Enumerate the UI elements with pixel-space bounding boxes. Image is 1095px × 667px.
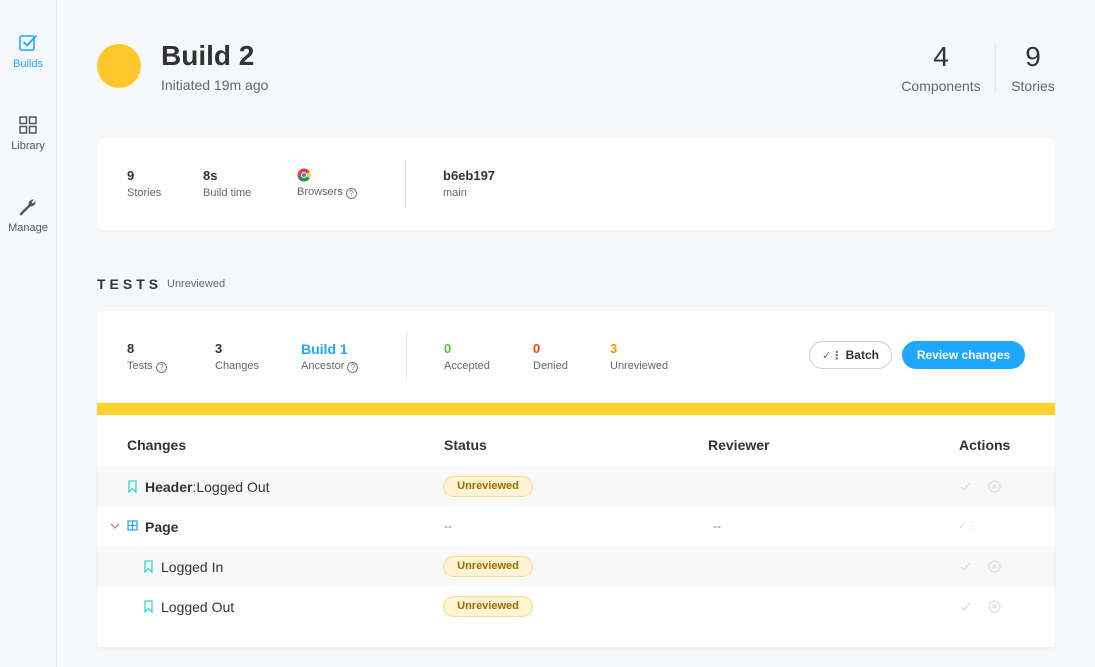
help-icon[interactable]: ?: [155, 362, 167, 373]
components-stat: 4 Components: [898, 41, 984, 95]
deny-icon[interactable]: [988, 480, 1001, 493]
stories-value: 9: [127, 168, 135, 183]
bookmark-icon: [128, 480, 137, 493]
status-badge: Unreviewed: [443, 596, 533, 617]
sidebar-item-library[interactable]: Library: [0, 115, 56, 152]
changes-value: 3: [215, 341, 223, 356]
batch-icon[interactable]: ✓⋮: [958, 519, 978, 532]
branch-name[interactable]: main: [443, 187, 495, 199]
accepted-stat: 0 Accepted: [444, 341, 490, 372]
accepted-label: Accepted: [444, 360, 490, 372]
stories-label: Stories: [127, 187, 162, 199]
build-info-card: 9 Stories 8s Build time Browsers? b6eb19…: [97, 138, 1055, 230]
ancestor-label-text: Ancestor: [301, 360, 345, 372]
help-icon[interactable]: ?: [345, 188, 357, 199]
table-row[interactable]: Header:Logged Out Unreviewed: [97, 467, 1055, 507]
status-placeholder: --: [444, 519, 452, 533]
column-header-actions: Actions: [959, 437, 1011, 453]
divider: [406, 333, 407, 381]
table-row[interactable]: Page -- -- ✓⋮: [97, 507, 1055, 547]
tests-heading: TESTS: [97, 276, 163, 292]
reviewer-placeholder: --: [713, 519, 721, 533]
chrome-icon: [297, 168, 311, 182]
deny-icon[interactable]: [988, 560, 1001, 573]
bookmark-icon: [144, 600, 153, 613]
status-badge: Unreviewed: [443, 556, 533, 577]
changes-stat: 3 Changes: [215, 341, 259, 372]
stories-info: 9 Stories: [127, 168, 161, 199]
table-row[interactable]: Logged In Unreviewed: [97, 547, 1055, 587]
batch-icon: ✓⋮: [822, 350, 843, 362]
divider: [405, 160, 406, 208]
component-name[interactable]: Page: [145, 519, 178, 535]
batch-button[interactable]: ✓⋮ Batch: [809, 341, 892, 369]
browsers-info: Browsers?: [297, 168, 357, 199]
deny-icon[interactable]: [988, 600, 1001, 613]
commit-info: b6eb197 main: [443, 168, 495, 199]
column-header-reviewer: Reviewer: [708, 437, 770, 453]
sidebar: Builds Library Manage: [0, 0, 57, 667]
build-initiated-text: Initiated 19m ago: [161, 77, 269, 93]
tests-status: Unreviewed: [167, 278, 226, 290]
tests-stat: 8 Tests?: [127, 341, 167, 373]
library-icon: [19, 116, 37, 134]
header-divider: [995, 44, 996, 92]
unreviewed-value: 3: [610, 341, 618, 356]
unreviewed-label: Unreviewed: [610, 360, 669, 372]
denied-stat: 0 Denied: [533, 341, 568, 372]
column-header-changes: Changes: [127, 437, 187, 453]
story-name[interactable]: Logged In: [161, 559, 223, 575]
table-row[interactable]: Logged Out Unreviewed: [97, 587, 1055, 627]
sidebar-item-label: Library: [11, 140, 45, 152]
build-time-value: 8s: [203, 168, 218, 183]
ancestor-label: Ancestor?: [301, 360, 359, 373]
review-progress-bar: [97, 403, 1055, 415]
accept-icon[interactable]: [959, 600, 972, 613]
build-time-info: 8s Build time: [203, 168, 251, 199]
stories-label: Stories: [1011, 78, 1055, 94]
tests-label: Tests?: [127, 360, 167, 373]
build-status-indicator: [97, 44, 141, 88]
accept-icon[interactable]: [959, 560, 972, 573]
tests-label-text: Tests: [127, 360, 153, 372]
tests-value: 8: [127, 341, 135, 356]
components-label: Components: [901, 78, 981, 94]
components-count: 4: [933, 41, 949, 72]
sidebar-item-builds[interactable]: Builds: [0, 33, 56, 70]
changes-label: Changes: [215, 360, 260, 372]
chevron-down-icon[interactable]: [110, 523, 120, 530]
component-name: Header: [145, 479, 193, 495]
sidebar-item-manage[interactable]: Manage: [0, 197, 56, 234]
denied-value: 0: [533, 341, 541, 356]
build-time-label: Build time: [203, 187, 252, 199]
unreviewed-stat: 3 Unreviewed: [610, 341, 668, 372]
stories-stat: 9 Stories: [1007, 41, 1059, 95]
bookmark-icon: [144, 560, 153, 573]
denied-label: Denied: [533, 360, 568, 372]
sidebar-item-label: Builds: [13, 58, 43, 70]
column-header-status: Status: [444, 437, 487, 453]
sidebar-item-label: Manage: [8, 222, 48, 234]
accepted-value: 0: [444, 341, 452, 356]
builds-icon: [19, 35, 37, 51]
story-name[interactable]: Header:Logged Out: [145, 479, 270, 495]
component-icon: [127, 520, 138, 531]
stories-count: 9: [1025, 41, 1041, 72]
ancestor-link[interactable]: Build 1: [301, 341, 358, 357]
ancestor-stat: Build 1 Ancestor?: [301, 341, 359, 373]
page-title: Build 2: [161, 40, 255, 71]
story-name[interactable]: Logged Out: [161, 599, 234, 615]
browsers-label: Browsers?: [297, 186, 357, 199]
review-changes-button[interactable]: Review changes: [902, 341, 1025, 369]
story-label: Logged Out: [196, 479, 270, 495]
accept-icon[interactable]: [959, 480, 972, 493]
batch-label: Batch: [845, 348, 879, 362]
status-badge: Unreviewed: [443, 476, 533, 497]
commit-hash[interactable]: b6eb197: [443, 168, 495, 184]
help-icon[interactable]: ?: [347, 362, 359, 373]
wrench-icon: [19, 199, 36, 216]
browsers-label-text: Browsers: [297, 186, 343, 198]
